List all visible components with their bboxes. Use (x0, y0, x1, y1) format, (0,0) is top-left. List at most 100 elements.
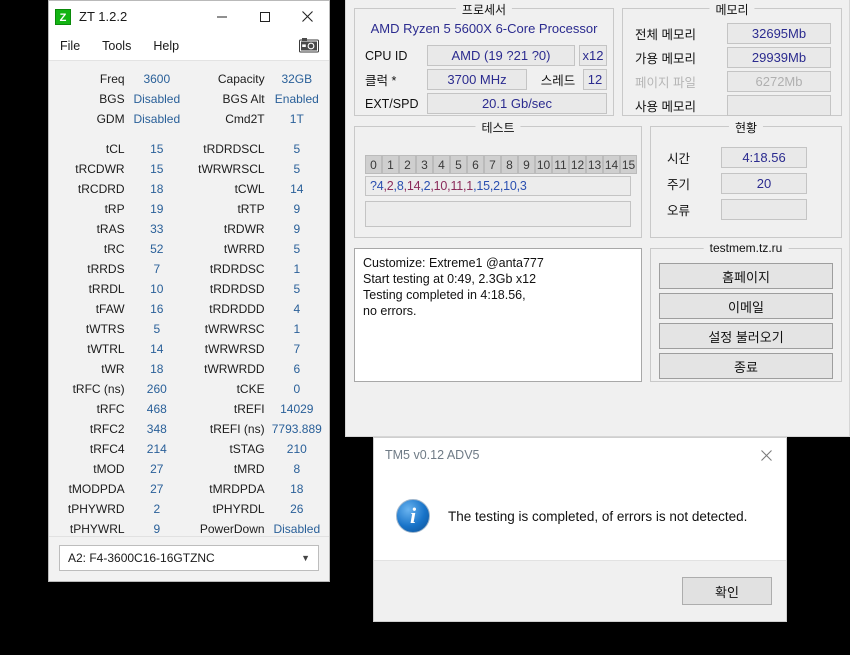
ok-button[interactable]: 확인 (682, 577, 772, 605)
log-line: Customize: Extreme1 @anta777 (363, 256, 544, 270)
zentimings-body: Freq 3600 Capacity 32GB BGS Disabled BGS… (49, 61, 329, 536)
status-group: 현황 시간 4:18.56 주기 20 오류 (650, 119, 842, 238)
test-cycle-cell[interactable]: 6 (467, 155, 484, 174)
timing-label: tRP (104, 202, 125, 216)
menu-file[interactable]: File (49, 32, 91, 60)
module-select-wrap: A2: F4-3600C16-16GTZNC ▼ (49, 536, 329, 581)
test-cycle-cell[interactable]: 4 (433, 155, 450, 174)
timing-value: 9 (153, 522, 161, 536)
test-cycle-cell[interactable]: 7 (484, 155, 501, 174)
timing-value: 14 (290, 182, 304, 196)
timing-label: tRFC2 (89, 422, 125, 436)
timing-label: tWR (101, 362, 125, 376)
table-row: tRRDL 10 tRDRDSD 5 (49, 279, 329, 299)
timing-label: tWRRD (223, 242, 265, 256)
tm5-main-window: 프로세서 AMD Ryzen 5 5600X 6-Core Processor … (345, 0, 850, 437)
test-cycle-cell[interactable]: 5 (450, 155, 467, 174)
close-icon (760, 449, 772, 461)
used-memory-label: 사용 메모리 (635, 100, 696, 114)
timing-label: tFAW (95, 302, 125, 316)
cycles-label: 주기 (667, 178, 691, 192)
camera-icon[interactable] (299, 37, 319, 53)
minimize-button[interactable] (200, 1, 243, 32)
close-button[interactable] (286, 1, 329, 32)
pagefile-field: 6272Mb (727, 71, 831, 92)
extspd-field: 20.1 Gb/sec (427, 93, 607, 114)
timing-label: tWRWRSD (204, 342, 265, 356)
memory-group-legend: 메모리 (709, 1, 755, 18)
timing-label: tPHYWRD (67, 502, 125, 516)
test-cycle-cell[interactable]: 0 (365, 155, 382, 174)
timing-value: 5 (293, 162, 301, 176)
timing-label: tRC (103, 242, 125, 256)
summary-value: Disabled (133, 92, 181, 106)
test-cycle-cell[interactable]: 2 (399, 155, 416, 174)
email-button[interactable]: 이메일 (659, 293, 833, 319)
timing-label: tSTAG (229, 442, 265, 456)
table-row: tWTRS 5 tWRWRSC 1 (49, 319, 329, 339)
timing-label: tWTRS (85, 322, 125, 336)
table-row: tMOD 27 tMRD 8 (49, 459, 329, 479)
test-cycle-cell[interactable]: 14 (603, 155, 620, 174)
table-row: tWR 18 tWRWRDD 6 (49, 359, 329, 379)
exit-button[interactable]: 종료 (659, 353, 833, 379)
table-row: tRC 52 tWRRD 5 (49, 239, 329, 259)
test-sequence-token: ,14 (403, 179, 421, 193)
timing-label: tRRDL (88, 282, 125, 296)
cpu-multiplier-field: x12 (579, 45, 607, 66)
timing-value: 18 (150, 362, 164, 376)
maximize-button[interactable] (243, 1, 286, 32)
module-select-value: A2: F4-3600C16-16GTZNC (68, 551, 215, 565)
test-cycle-cell[interactable]: 3 (416, 155, 433, 174)
timing-value: 0 (293, 382, 301, 396)
table-row: tWTRL 14 tWRWRSD 7 (49, 339, 329, 359)
processor-group: 프로세서 AMD Ryzen 5 5600X 6-Core Processor … (354, 1, 614, 116)
timing-value: 14029 (280, 402, 314, 416)
dialog-close-button[interactable] (746, 438, 786, 472)
test-cycle-cell[interactable]: 1 (382, 155, 399, 174)
test-sequence-field: ?4,2,8,14,2,10,11,1,15,2,10,3 (365, 176, 631, 196)
timing-label: tMODPDA (68, 482, 125, 496)
available-memory-label: 가용 메모리 (635, 52, 696, 66)
test-cycle-cell[interactable]: 9 (518, 155, 535, 174)
timing-value: 6 (293, 362, 301, 376)
test-cycle-cell[interactable]: 15 (620, 155, 637, 174)
summary-label: GDM (96, 112, 125, 126)
log-textarea[interactable]: Customize: Extreme1 @anta777 Start testi… (354, 248, 642, 382)
homepage-button[interactable]: 홈페이지 (659, 263, 833, 289)
table-row: tRAS 33 tRDWR 9 (49, 219, 329, 239)
table-row: tMODPDA 27 tMRDPDA 18 (49, 479, 329, 499)
table-row: tRFC (ns) 260 tCKE 0 (49, 379, 329, 399)
menu-tools[interactable]: Tools (91, 32, 142, 60)
timing-value: 18 (290, 482, 304, 496)
timing-label: tMRDPDA (209, 482, 265, 496)
table-row: tRRDS 7 tRDRDSC 1 (49, 259, 329, 279)
timing-label: tREFI (233, 402, 265, 416)
timing-value: 468 (146, 402, 167, 416)
summary-label: Cmd2T (225, 112, 265, 126)
timing-label: tRDWR (223, 222, 265, 236)
test-cycle-cell[interactable]: 12 (569, 155, 586, 174)
test-cycle-cell[interactable]: 13 (586, 155, 603, 174)
timing-value: 52 (150, 242, 164, 256)
timing-value: 33 (150, 222, 164, 236)
test-cycle-cell[interactable]: 8 (501, 155, 518, 174)
dialog-titlebar: TM5 v0.12 ADV5 (374, 438, 786, 472)
timing-value: 15 (150, 162, 164, 176)
timing-value: 260 (146, 382, 167, 396)
test-cycle-cell[interactable]: 10 (535, 155, 552, 174)
links-group-legend: testmem.tz.ru (703, 241, 789, 255)
timing-label: tRDRDSCL (203, 142, 265, 156)
info-icon: i (396, 499, 430, 533)
timing-label: tCL (105, 142, 125, 156)
table-row: tPHYWRD 2 tPHYRDL 26 (49, 499, 329, 519)
timing-value: 2 (153, 502, 161, 516)
test-cycle-cell[interactable]: 11 (552, 155, 569, 174)
load-config-button[interactable]: 설정 불러오기 (659, 323, 833, 349)
menu-help[interactable]: Help (142, 32, 190, 60)
window-title: ZT 1.2.2 (79, 9, 128, 24)
available-memory-field: 29939Mb (727, 47, 831, 68)
module-select[interactable]: A2: F4-3600C16-16GTZNC ▼ (59, 545, 319, 571)
table-row: tRCDWR 15 tWRWRSCL 5 (49, 159, 329, 179)
